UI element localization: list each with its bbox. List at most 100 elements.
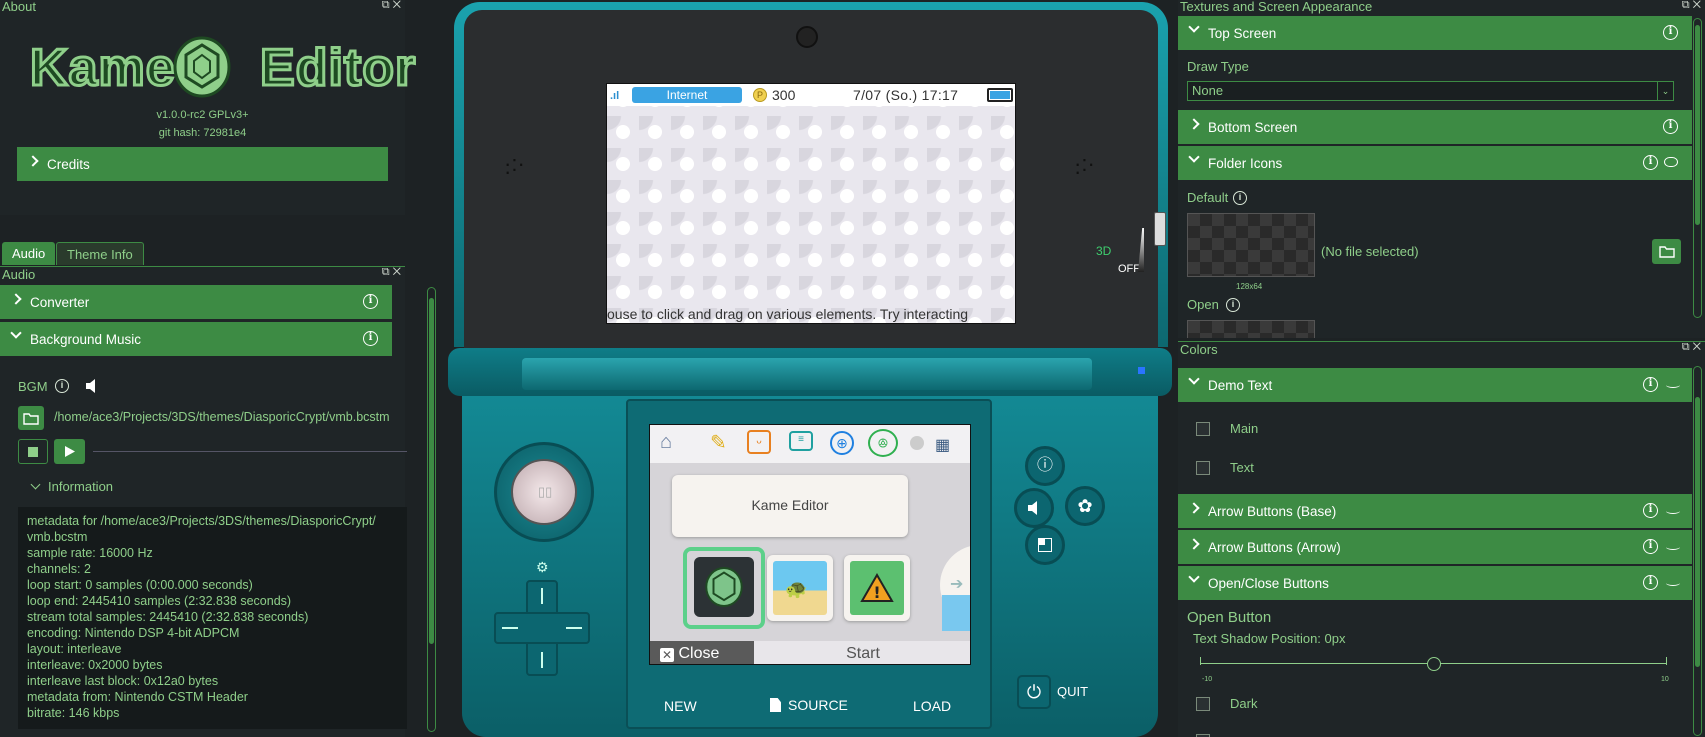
info-icon[interactable]: i (1643, 503, 1658, 518)
converter-header[interactable]: Converter i (0, 285, 392, 319)
load-button[interactable]: LOAD (913, 698, 951, 714)
textures-panel-controls[interactable]: ⧉ ✕ (1682, 0, 1701, 12)
turtle-beach-app-icon[interactable]: 🐢 (767, 555, 833, 621)
info-icon[interactable]: i (363, 294, 378, 309)
info-icon[interactable]: i (1643, 539, 1658, 554)
grid-icon[interactable]: ▦ (935, 435, 950, 455)
info-icon[interactable]: i (1643, 575, 1658, 590)
textures-panel-title: Textures and Screen Appearance (1180, 0, 1373, 14)
arrow-buttons-arrow-label: Arrow Buttons (Arrow) (1208, 539, 1341, 555)
open-folder-button[interactable] (18, 406, 44, 430)
splitter[interactable] (440, 0, 448, 737)
collapse-icon[interactable] (1666, 544, 1680, 550)
open-texture-preview[interactable] (1187, 320, 1315, 338)
about-panel-controls[interactable]: ⧉ ✕ (382, 0, 401, 12)
information-label: Information (48, 479, 114, 494)
close-button[interactable]: ✕ Close (650, 641, 754, 664)
info-icon[interactable]: i (1663, 25, 1678, 40)
chevron-down-icon (1188, 151, 1200, 163)
scrollbar[interactable] (1693, 18, 1702, 318)
browse-folder-button[interactable] (1652, 239, 1681, 264)
ticker-text: ouse to click and drag on various elemen… (607, 306, 969, 322)
speaker-icon[interactable] (85, 378, 99, 399)
arrow-buttons-base-header[interactable]: Arrow Buttons (Base) i (1178, 494, 1692, 528)
collapse-icon[interactable] (1666, 580, 1680, 586)
metadata-line: loop start: 0 samples (0:00.000 seconds) (27, 578, 253, 592)
slider-3d-knob[interactable] (1154, 212, 1166, 246)
slider-min-label: -10 (1202, 676, 1213, 683)
eye-icon[interactable] (1664, 157, 1678, 167)
turtle-shell-app-icon[interactable] (694, 557, 754, 617)
chevron-right-icon (1188, 118, 1200, 130)
demo-text-header[interactable]: Demo Text i (1178, 368, 1692, 402)
pencil-icon[interactable]: ✎ (710, 430, 727, 455)
info-icon[interactable]: i (1233, 191, 1247, 205)
colors-panel-controls[interactable]: ⧉ ✕ (1682, 342, 1701, 354)
main-color-swatch[interactable] (1196, 422, 1210, 436)
datetime: 7/07 (So.) 17:17 (853, 87, 959, 103)
metadata-line: bitrate: 146 kbps (27, 706, 120, 720)
info-icon[interactable]: i (1226, 298, 1240, 312)
warning-icon: ! (860, 573, 894, 602)
tab-audio[interactable]: Audio (2, 242, 56, 265)
stop-button[interactable] (18, 439, 48, 464)
default-texture-preview[interactable] (1187, 213, 1315, 277)
checker-action-button[interactable] (1025, 525, 1065, 565)
scrollbar[interactable] (1693, 366, 1702, 736)
text-color-swatch[interactable] (1196, 461, 1210, 475)
warning-app-icon[interactable]: ! (844, 555, 910, 621)
open-close-buttons-header[interactable]: Open/Close Buttons i (1178, 566, 1692, 600)
tab-audio-label: Audio (12, 246, 46, 261)
shadow-slider-thumb[interactable] (1426, 657, 1441, 671)
info-icon[interactable]: i (1643, 155, 1658, 170)
globe-icon[interactable]: ⊕ (830, 431, 854, 455)
record-icon[interactable] (910, 436, 924, 450)
home-settings-icon[interactable]: ⌂ (660, 431, 672, 454)
default-texture-file: (No file selected) (1321, 244, 1419, 259)
dark-color-swatch[interactable] (1196, 697, 1210, 711)
quit-button[interactable]: ⏻ (1017, 675, 1051, 709)
scrollbar[interactable] (427, 287, 436, 732)
folder-icons-header[interactable]: Folder Icons i (1178, 146, 1692, 180)
audio-panel-controls[interactable]: ⧉ ✕ (382, 266, 401, 279)
source-button[interactable]: SOURCE (770, 697, 848, 713)
info-icon[interactable]: i (1663, 119, 1678, 134)
folder-icons-label: Folder Icons (1208, 155, 1283, 171)
information-header[interactable]: Information (26, 479, 113, 494)
bottom-screen-header[interactable]: Bottom Screen i (1178, 110, 1692, 144)
message-icon[interactable]: ≡ (789, 431, 813, 451)
close-label: Close (678, 645, 720, 662)
bottom-screen[interactable]: ⌂ ✎ ᵕ ≡ ⊕ ꔮ ▦ Kame Editor 🐢 ! ➔ ✕ Close … (649, 424, 971, 665)
info-icon[interactable]: i (55, 379, 69, 393)
home-settings-icon: ⚙ (536, 559, 549, 575)
info-action-button[interactable]: ⓘ (1025, 446, 1065, 486)
device-3ds: ·:· · ·:· · .ıl Internet P 300 7/07 (So.) … (448, 0, 1173, 737)
new-button[interactable]: NEW (664, 698, 697, 714)
connection-badge: Internet (632, 87, 742, 103)
circle-pad[interactable]: ▯▯ (494, 442, 594, 542)
face-icon[interactable]: ᵕ (747, 430, 771, 454)
close-icon: ✕ (660, 648, 674, 662)
start-label: Start (846, 645, 880, 662)
top-screen[interactable]: .ıl Internet P 300 7/07 (So.) 17:17 ouse… (606, 83, 1016, 324)
play-button[interactable] (54, 439, 85, 464)
top-screen-header[interactable]: Top Screen i (1178, 16, 1692, 50)
info-icon[interactable]: i (363, 331, 378, 346)
friends-icon[interactable]: ꔮ (868, 429, 898, 457)
chevron-right-icon (1188, 502, 1200, 514)
mute-action-button[interactable] (1014, 488, 1054, 528)
background-music-header[interactable]: Background Music i (0, 322, 392, 356)
playback-progress-bar[interactable] (93, 451, 407, 452)
tab-theme-info[interactable]: Theme Info (56, 242, 144, 265)
metadata-line: encoding: Nintendo DSP 4-bit ADPCM (27, 626, 240, 640)
arrow-buttons-arrow-header[interactable]: Arrow Buttons (Arrow) i (1178, 530, 1692, 564)
shadow-slider[interactable] (1200, 657, 1667, 671)
start-button[interactable]: Start (754, 641, 970, 664)
credits-header[interactable]: Credits (17, 147, 388, 181)
draw-type-select[interactable]: None ⌄ (1187, 81, 1674, 101)
info-icon[interactable]: i (1643, 377, 1658, 392)
collapse-icon[interactable] (1666, 382, 1680, 388)
collapse-icon[interactable] (1666, 508, 1680, 514)
dpad[interactable] (494, 580, 590, 676)
effect-action-button[interactable]: ✿ (1065, 486, 1105, 526)
